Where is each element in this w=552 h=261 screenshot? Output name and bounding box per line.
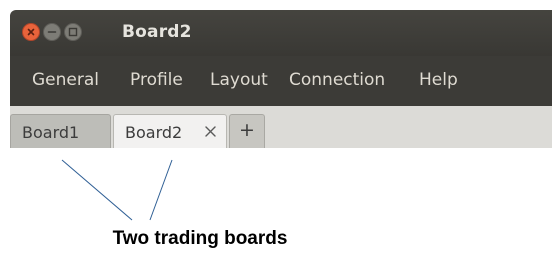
tab-close-icon[interactable]: [204, 125, 217, 138]
plus-icon: +: [239, 119, 255, 141]
tab-board1[interactable]: Board1: [10, 114, 111, 148]
close-window-button[interactable]: [22, 23, 40, 41]
minimize-icon: [47, 31, 57, 33]
add-tab-button[interactable]: +: [229, 114, 265, 148]
menu-general[interactable]: General: [32, 70, 99, 90]
tab-label: Board1: [22, 123, 80, 142]
menu-layout[interactable]: Layout: [210, 70, 268, 90]
tab-board2[interactable]: Board2: [113, 114, 227, 148]
menu-profile[interactable]: Profile: [130, 70, 183, 90]
maximize-window-button[interactable]: [64, 23, 82, 41]
app-window: Board2 General Profile Layout Connection…: [10, 10, 552, 148]
annotation-caption: Two trading boards: [112, 228, 288, 249]
menu-bar: General Profile Layout Connection Help: [10, 56, 552, 106]
annotation-line-board2: [149, 159, 173, 221]
annotation-line-board1: [61, 159, 133, 221]
tab-bar: Board1 Board2 +: [10, 106, 552, 148]
menu-help[interactable]: Help: [419, 70, 458, 90]
maximize-icon: [68, 27, 78, 37]
menu-connection[interactable]: Connection: [289, 70, 385, 90]
window-title: Board2: [122, 22, 192, 42]
close-icon: [27, 28, 35, 36]
title-bar[interactable]: Board2: [10, 10, 552, 56]
minimize-window-button[interactable]: [43, 23, 61, 41]
tab-label: Board2: [125, 123, 183, 142]
